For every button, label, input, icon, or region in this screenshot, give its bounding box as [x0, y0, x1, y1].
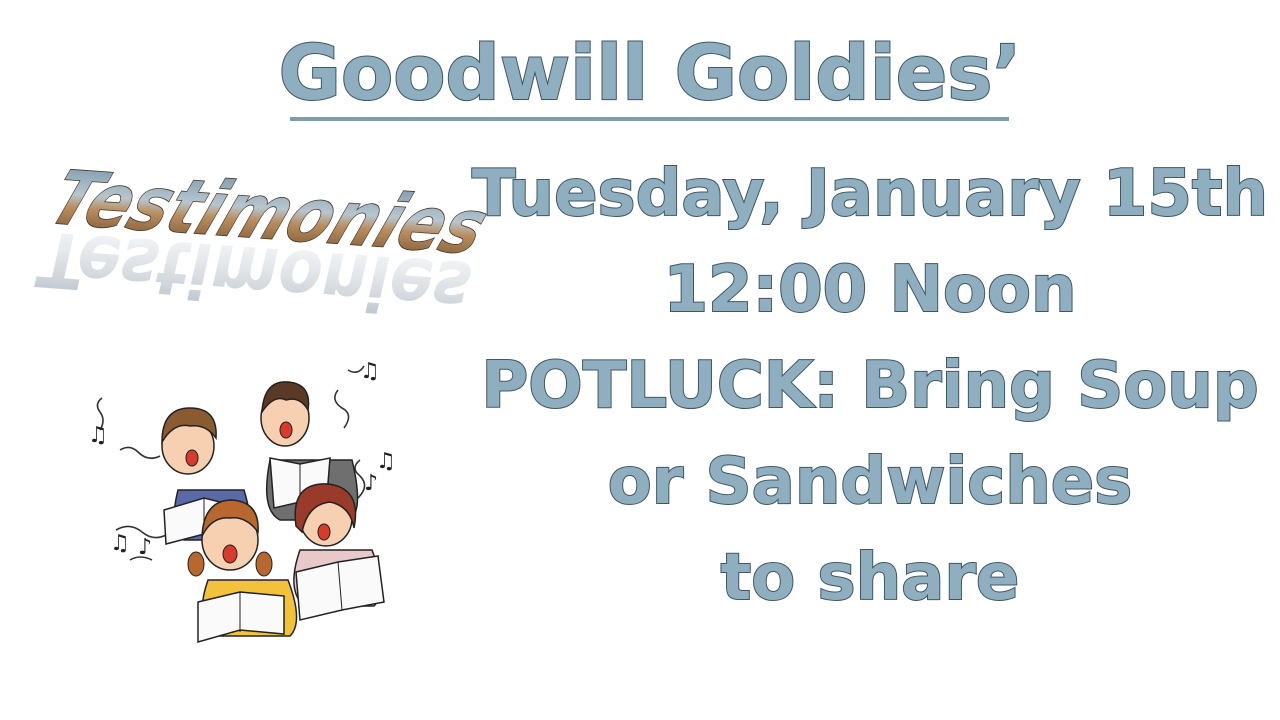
potluck-line: POTLUCK: Bring Soup: [480, 348, 1259, 424]
svg-text:♪: ♪: [364, 471, 378, 496]
singer-girl-front: [187, 499, 298, 643]
event-date: Tuesday, January 15th: [471, 156, 1269, 232]
svg-text:♫: ♫: [88, 423, 108, 448]
event-details: Tuesday, January 15th 12:00 Noon POTLUCK…: [470, 146, 1270, 626]
page-title: Goodwill Goldies’: [278, 27, 1023, 118]
choir-illustration: ♫ ♫ ♫ ♪ ♫ ♪: [88, 359, 396, 643]
potluck-line-2: or Sandwiches: [607, 444, 1134, 520]
svg-text:♫: ♫: [376, 449, 396, 474]
singer-girl-right: [293, 483, 385, 621]
svg-text:♫: ♫: [110, 531, 130, 556]
title-underline: [290, 117, 1009, 121]
svg-text:♫: ♫: [360, 359, 380, 384]
testimonies-wordart: Testimonies Testimonies: [24, 154, 501, 331]
svg-text:♪: ♪: [138, 535, 152, 560]
potluck-line-3: to share: [720, 540, 1021, 616]
slide: Goodwill Goldies’ Testimonies Testimonie…: [0, 0, 1280, 720]
event-time: 12:00 Noon: [662, 252, 1077, 328]
